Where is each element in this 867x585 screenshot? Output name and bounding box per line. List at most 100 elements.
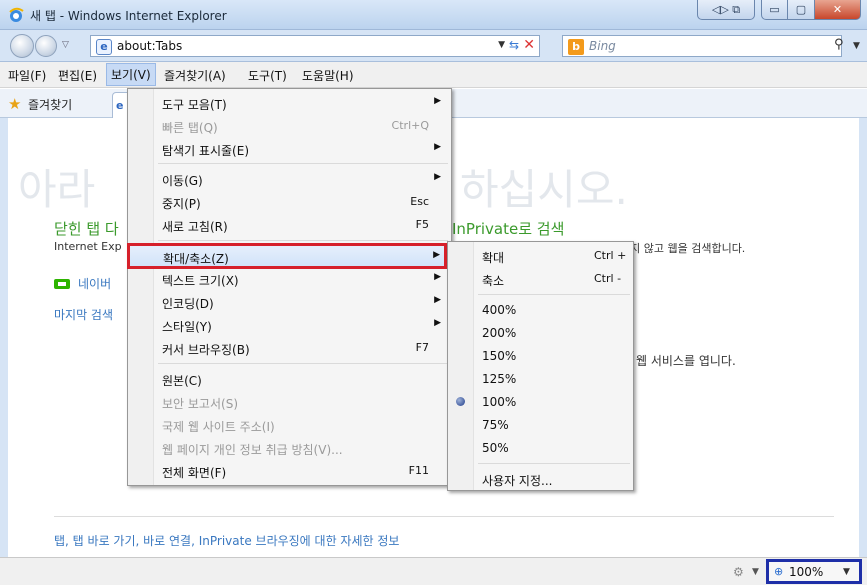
inprivate-title[interactable]: InPrivate로 검색 bbox=[452, 218, 564, 239]
menu-separator bbox=[158, 240, 448, 241]
view-menu-item-refresh[interactable]: 새로 고침(R) F5 bbox=[128, 214, 451, 236]
menu-item-label: 150% bbox=[482, 349, 517, 363]
view-menu-item-security-report: 보안 보고서(S) bbox=[128, 391, 451, 413]
menu-view[interactable]: 보기(V) bbox=[106, 63, 156, 86]
search-input[interactable]: b Bing bbox=[562, 35, 842, 57]
menu-item-shortcut: F5 bbox=[415, 218, 429, 231]
page-icon: e bbox=[96, 39, 112, 55]
view-menu-item-full-screen[interactable]: 전체 화면(F) F11 bbox=[128, 460, 451, 482]
naver-icon bbox=[54, 279, 70, 289]
zoom-magnifier-icon: ⊕ bbox=[774, 565, 784, 578]
protected-mode-icon[interactable]: ⚙ bbox=[733, 565, 744, 579]
view-menu: 도구 모음(T) ▶ 빠른 탭(Q) Ctrl+Q 탐색기 표시줄(E) ▶ 이… bbox=[127, 88, 452, 486]
menu-favorites[interactable]: 즐겨찾기(A) bbox=[164, 67, 226, 84]
menu-bar: 파일(F) 편집(E) 보기(V) 즐겨찾기(A) 도구(T) 도움말(H) bbox=[0, 62, 867, 88]
menu-item-shortcut: F7 bbox=[415, 341, 429, 354]
ie-logo-icon bbox=[9, 7, 24, 22]
view-menu-item-stop[interactable]: 중지(P) Esc bbox=[128, 191, 451, 213]
inprivate-desc: 하지 않고 웹을 검색합니다. bbox=[620, 242, 746, 255]
zoom-dropdown-icon[interactable]: ▼ bbox=[843, 567, 850, 577]
web-service-text: 웹 서비스를 엽니다. bbox=[636, 354, 736, 368]
view-menu-item-intl-address: 국제 웹 사이트 주소(I) bbox=[128, 414, 451, 436]
submenu-arrow-icon: ▶ bbox=[434, 142, 441, 152]
zoom-125-item[interactable]: 125% bbox=[448, 368, 633, 390]
menu-item-label: 도구 모음(T) bbox=[162, 98, 227, 112]
address-bar-row: ▽ e about:Tabs ▼ ⇆ ✕ b Bing bbox=[0, 30, 867, 62]
bing-icon: b bbox=[568, 39, 584, 55]
menu-item-label: 탐색기 표시줄(E) bbox=[162, 144, 250, 158]
view-menu-item-toolbars[interactable]: 도구 모음(T) ▶ bbox=[128, 92, 451, 114]
back-button[interactable] bbox=[10, 34, 34, 58]
minimize-button[interactable]: ▭ bbox=[761, 0, 788, 20]
menu-item-label: 보안 보고서(S) bbox=[162, 397, 238, 411]
menu-item-label: 125% bbox=[482, 372, 517, 386]
menu-item-label: 커서 브라우징(B) bbox=[162, 343, 250, 357]
maximize-button[interactable]: ▢ bbox=[788, 0, 815, 20]
view-menu-item-caret-browsing[interactable]: 커서 브라우징(B) F7 bbox=[128, 337, 451, 359]
zoom-in-item[interactable]: 확대 Ctrl + bbox=[448, 245, 633, 267]
address-field[interactable]: e about:Tabs ▼ ⇆ ✕ bbox=[90, 35, 540, 57]
zoom-50-item[interactable]: 50% bbox=[448, 437, 633, 459]
address-url[interactable]: about:Tabs bbox=[117, 39, 182, 53]
menu-separator bbox=[478, 463, 630, 464]
menu-item-label: 전체 화면(F) bbox=[162, 466, 227, 480]
menu-item-label: 텍스트 크기(X) bbox=[162, 274, 239, 288]
menu-item-label: 웹 페이지 개인 정보 취급 방침(V)... bbox=[162, 443, 343, 457]
refresh-icon[interactable]: ⇆ bbox=[509, 38, 519, 52]
view-menu-item-go-to[interactable]: 이동(G) ▶ bbox=[128, 168, 451, 190]
zoom-75-item[interactable]: 75% bbox=[448, 414, 633, 436]
history-dropdown-icon[interactable]: ▽ bbox=[62, 40, 69, 50]
closed-tabs-title[interactable]: 닫힌 탭 다 bbox=[54, 218, 119, 239]
menu-item-label: 50% bbox=[482, 441, 509, 455]
view-menu-item-explorer-bars[interactable]: 탐색기 표시줄(E) ▶ bbox=[128, 138, 451, 160]
zoom-out-item[interactable]: 축소 Ctrl - bbox=[448, 268, 633, 290]
zoom-400-item[interactable]: 400% bbox=[448, 299, 633, 321]
menu-file[interactable]: 파일(F) bbox=[8, 67, 46, 84]
menu-separator bbox=[158, 163, 448, 164]
menu-item-shortcut: F11 bbox=[408, 464, 429, 477]
close-button[interactable]: ✕ bbox=[815, 0, 861, 20]
more-info-link[interactable]: 탭, 탭 바로 가기, 바로 연결, InPrivate 브라우징에 대한 자세… bbox=[54, 532, 399, 549]
view-menu-item-text-size[interactable]: 텍스트 크기(X) ▶ bbox=[128, 268, 451, 290]
menu-item-label: 확대 bbox=[482, 251, 505, 265]
naver-link[interactable]: 네이버 bbox=[78, 275, 111, 292]
menu-separator bbox=[158, 363, 448, 364]
favorites-button[interactable]: 즐겨찾기 bbox=[28, 96, 72, 113]
page-heading-right: 하십시오. bbox=[460, 165, 628, 214]
address-dropdown-icon[interactable]: ▼ bbox=[498, 40, 505, 50]
stop-icon[interactable]: ✕ bbox=[523, 37, 535, 53]
forward-button[interactable] bbox=[35, 35, 57, 57]
zoom-150-item[interactable]: 150% bbox=[448, 345, 633, 367]
zoom-level-button[interactable]: ⊕ 100% ▼ bbox=[766, 559, 862, 584]
selected-radio-icon bbox=[456, 397, 465, 406]
menu-item-shortcut: Ctrl - bbox=[594, 272, 622, 285]
zoom-200-item[interactable]: 200% bbox=[448, 322, 633, 344]
menu-separator bbox=[478, 294, 630, 295]
view-menu-item-encoding[interactable]: 인코딩(D) ▶ bbox=[128, 291, 451, 313]
submenu-arrow-icon: ▶ bbox=[434, 318, 441, 328]
menu-item-label: 새로 고침(R) bbox=[162, 220, 228, 234]
menu-help[interactable]: 도움말(H) bbox=[302, 67, 354, 84]
menu-edit[interactable]: 편집(E) bbox=[58, 67, 97, 84]
menu-tools[interactable]: 도구(T) bbox=[248, 67, 287, 84]
favorites-star-icon[interactable]: ★ bbox=[8, 95, 21, 113]
view-menu-item-privacy-policy: 웹 페이지 개인 정보 취급 방침(V)... bbox=[128, 437, 451, 459]
zoom-level-value: 100% bbox=[789, 565, 824, 579]
search-dropdown-icon[interactable]: ▼ bbox=[853, 41, 860, 51]
zoom-custom-item[interactable]: 사용자 지정... bbox=[448, 468, 633, 490]
protected-mode-dropdown-icon[interactable]: ▼ bbox=[752, 567, 759, 577]
search-icon[interactable]: ⚲ bbox=[834, 37, 844, 52]
tab-page-icon: e bbox=[116, 99, 124, 112]
view-menu-item-source[interactable]: 원본(C) bbox=[128, 368, 451, 390]
zoom-100-item[interactable]: 100% bbox=[448, 391, 633, 413]
window-extra-button[interactable]: ◁▷ ⧉ bbox=[697, 0, 755, 20]
submenu-arrow-icon: ▶ bbox=[434, 272, 441, 282]
last-search-link[interactable]: 마지막 검색 bbox=[54, 306, 113, 323]
view-menu-item-quick-tabs: 빠른 탭(Q) Ctrl+Q bbox=[128, 115, 451, 137]
divider bbox=[54, 516, 834, 517]
window-title: 새 탭 - Windows Internet Explorer bbox=[30, 9, 227, 23]
view-menu-item-style[interactable]: 스타일(Y) ▶ bbox=[128, 314, 451, 336]
menu-item-label: 사용자 지정... bbox=[482, 474, 553, 488]
zoom-submenu: 확대 Ctrl + 축소 Ctrl - 400% 200% 150% 125% … bbox=[447, 241, 634, 491]
menu-item-shortcut: Esc bbox=[410, 195, 429, 208]
